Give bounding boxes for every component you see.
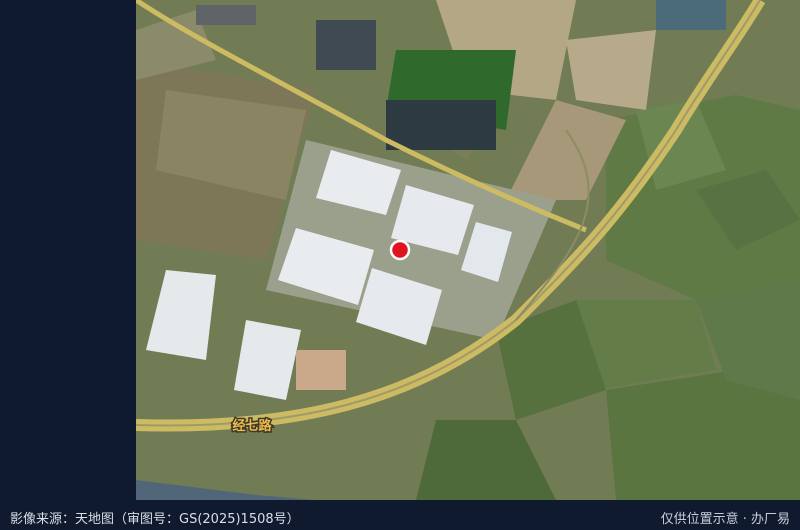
left-panel	[0, 0, 136, 500]
satellite-map[interactable]: 经七路	[136, 0, 800, 500]
road-label-text: 经七路	[232, 418, 272, 434]
road-label: 经七路	[231, 417, 274, 436]
location-marker[interactable]	[389, 239, 411, 261]
disclaimer-text: 仅供位置示意 · 办厂易	[660, 512, 790, 527]
footer: 影像来源：天地图（审图号：GS(2025)1508号） 仅供位置示意 · 办厂易	[0, 500, 800, 530]
imagery-source-text: 影像来源：天地图（审图号：GS(2025)1508号）	[10, 512, 300, 527]
